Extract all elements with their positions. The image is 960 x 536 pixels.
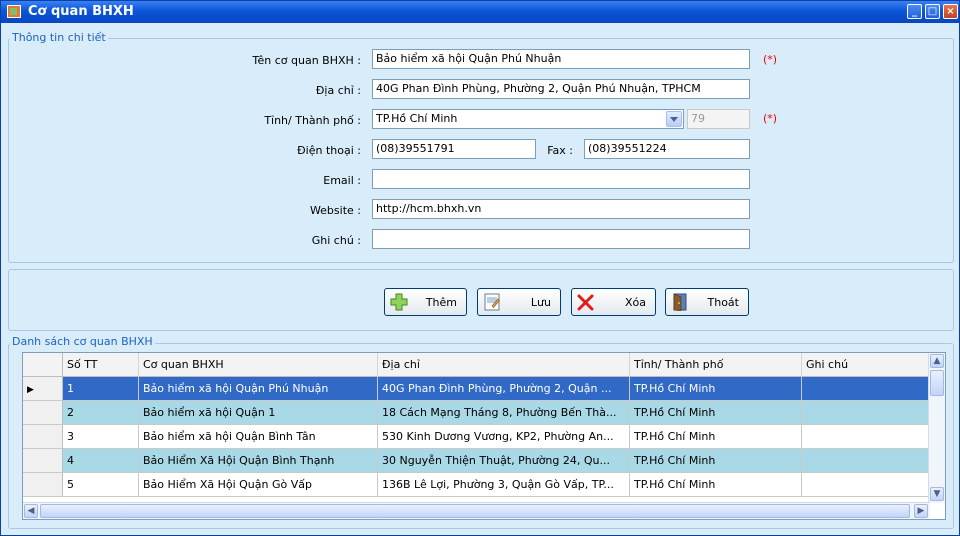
name-label: Tên cơ quan BHXH : (252, 54, 361, 67)
cell-agency: Bảo hiểm xã hội Quận Phú Nhuận (139, 377, 378, 401)
title-bar[interactable]: Cơ quan BHXH _ □ × (1, 1, 959, 23)
exit-button-label: Thoát (707, 296, 739, 309)
name-field[interactable]: Bảo hiểm xã hội Quận Phú Nhuận (372, 49, 750, 69)
cell-index: 2 (63, 401, 139, 425)
cell-note (802, 473, 940, 497)
delete-button[interactable]: Xóa (571, 288, 656, 316)
exit-button[interactable]: Thoát (665, 288, 749, 316)
cell-province: TP.Hồ Chí Minh (630, 401, 802, 425)
vertical-scroll-thumb[interactable] (930, 370, 944, 396)
window-title: Cơ quan BHXH (28, 4, 134, 19)
cell-agency: Bảo hiểm xã hội Quận 1 (139, 401, 378, 425)
cell-address: 18 Cách Mạng Tháng 8, Phường Bến Thà... (378, 401, 630, 425)
row-selector[interactable]: ▶ (23, 377, 63, 401)
cell-note (802, 425, 940, 449)
scroll-down-icon[interactable]: ▼ (930, 487, 944, 501)
scroll-up-icon[interactable]: ▲ (930, 354, 944, 368)
cell-agency: Bảo Hiểm Xã Hội Quận Bình Thạnh (139, 449, 378, 473)
table-row[interactable]: 2 Bảo hiểm xã hội Quận 1 18 Cách Mạng Th… (23, 401, 940, 425)
table-row[interactable]: 5 Bảo Hiểm Xã Hội Quận Gò Vấp 136B Lê Lợ… (23, 473, 940, 497)
scroll-left-icon[interactable]: ◀ (24, 504, 38, 518)
chevron-down-icon[interactable] (666, 111, 682, 127)
address-field[interactable]: 40G Phan Đình Phùng, Phường 2, Quận Phú … (372, 79, 750, 99)
column-header[interactable]: Địa chỉ (378, 353, 630, 377)
column-header[interactable]: Cơ quan BHXH (139, 353, 378, 377)
row-header-corner (23, 353, 63, 377)
cell-note (802, 377, 940, 401)
table-row[interactable]: ▶ 1 Bảo hiểm xã hội Quận Phú Nhuận 40G P… (23, 377, 940, 401)
cell-province: TP.Hồ Chí Minh (630, 449, 802, 473)
plus-icon (390, 293, 408, 311)
fax-label: Fax : (547, 144, 573, 157)
province-code-field: 79 (687, 109, 750, 129)
app-icon (7, 5, 21, 18)
add-button[interactable]: Thêm (384, 288, 467, 316)
vertical-scrollbar[interactable]: ▲ ▼ (928, 353, 945, 503)
email-label: Email : (323, 174, 361, 187)
note-field[interactable] (372, 229, 750, 249)
column-header[interactable]: Số TT (63, 353, 139, 377)
cell-agency: Bảo hiểm xã hội Quận Bình Tân (139, 425, 378, 449)
province-label: Tỉnh/ Thành phố : (264, 114, 361, 127)
province-required-mark: (*) (763, 112, 778, 125)
delete-x-icon (577, 294, 594, 311)
cell-agency: Bảo Hiểm Xã Hội Quận Gò Vấp (139, 473, 378, 497)
cell-index: 3 (63, 425, 139, 449)
cell-address: 530 Kinh Dương Vương, KP2, Phường An... (378, 425, 630, 449)
horizontal-scrollbar[interactable]: ◀ ▶ (23, 502, 930, 519)
delete-button-label: Xóa (624, 296, 646, 309)
cell-index: 4 (63, 449, 139, 473)
row-selector[interactable] (23, 401, 63, 425)
table-row[interactable]: 3 Bảo hiểm xã hội Quận Bình Tân 530 Kinh… (23, 425, 940, 449)
row-selector[interactable] (23, 473, 63, 497)
province-select-value: TP.Hồ Chí Minh (376, 112, 458, 125)
row-selector[interactable] (23, 425, 63, 449)
row-selector[interactable] (23, 449, 63, 473)
table-header: Số TT Cơ quan BHXH Địa chỉ Tỉnh/ Thành p… (23, 353, 940, 377)
cell-address: 136B Lê Lợi, Phường 3, Quận Gò Vấp, TP..… (378, 473, 630, 497)
phone-label: Điện thoại : (297, 144, 361, 157)
save-button-label: Lưu (530, 296, 551, 309)
save-button[interactable]: Lưu (477, 288, 561, 316)
name-required-mark: (*) (763, 53, 778, 66)
current-row-arrow-icon: ▶ (27, 385, 34, 395)
address-label: Địa chỉ : (315, 84, 361, 97)
horizontal-scroll-thumb[interactable] (40, 504, 910, 518)
email-field[interactable] (372, 169, 750, 189)
agency-table[interactable]: Số TT Cơ quan BHXH Địa chỉ Tỉnh/ Thành p… (22, 352, 946, 520)
cell-index: 1 (63, 377, 139, 401)
scroll-right-icon[interactable]: ▶ (914, 504, 928, 518)
column-header[interactable]: Tỉnh/ Thành phố (630, 353, 802, 377)
cell-address: 40G Phan Đình Phùng, Phường 2, Quận ... (378, 377, 630, 401)
close-button[interactable]: × (943, 4, 958, 19)
table-row[interactable]: 4 Bảo Hiểm Xã Hội Quận Bình Thạnh 30 Ngu… (23, 449, 940, 473)
cell-index: 5 (63, 473, 139, 497)
note-label: Ghi chú : (311, 234, 361, 247)
cell-note (802, 401, 940, 425)
minimize-button[interactable]: _ (907, 4, 922, 19)
column-header[interactable]: Ghi chú (802, 353, 940, 377)
website-label: Website : (309, 204, 361, 217)
website-field[interactable]: http://hcm.bhxh.vn (372, 199, 750, 219)
save-icon (484, 293, 500, 311)
cell-province: TP.Hồ Chí Minh (630, 377, 802, 401)
app-window: Cơ quan BHXH _ □ × Thông tin chi tiết Tê… (0, 0, 960, 536)
cell-note (802, 449, 940, 473)
detail-group-title: Thông tin chi tiết (10, 31, 108, 44)
fax-field[interactable]: (08)39551224 (584, 139, 750, 159)
cell-province: TP.Hồ Chí Minh (630, 473, 802, 497)
exit-door-icon (673, 293, 687, 311)
cell-address: 30 Nguyễn Thiện Thuật, Phường 24, Qu... (378, 449, 630, 473)
cell-province: TP.Hồ Chí Minh (630, 425, 802, 449)
maximize-button[interactable]: □ (925, 4, 940, 19)
add-button-label: Thêm (425, 296, 457, 309)
list-group-title: Danh sách cơ quan BHXH (10, 335, 155, 348)
province-select[interactable]: TP.Hồ Chí Minh (372, 109, 684, 129)
